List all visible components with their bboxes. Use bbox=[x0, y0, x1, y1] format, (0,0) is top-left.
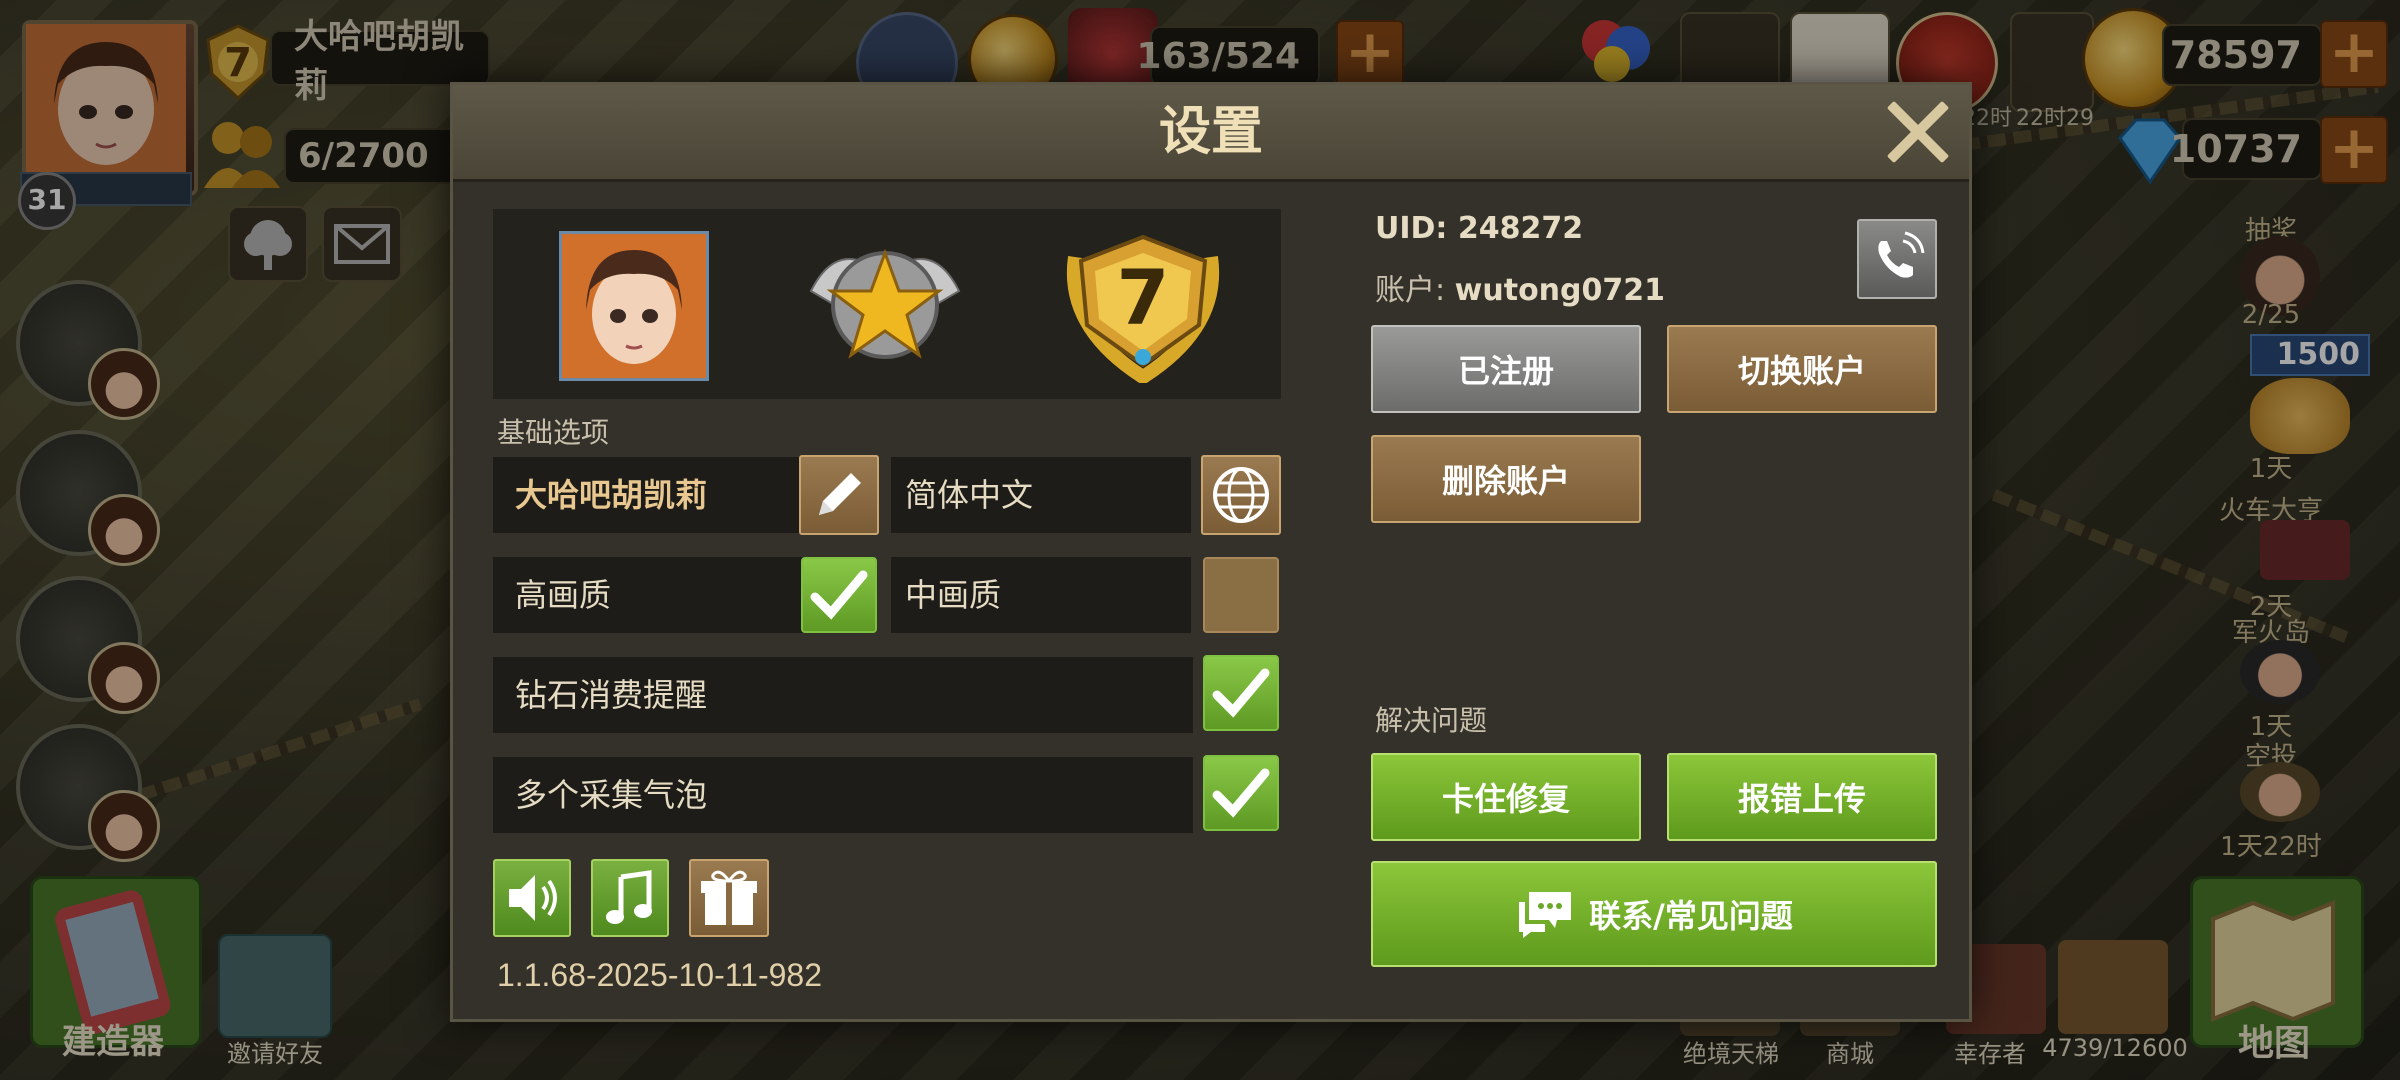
stuck-fix-button[interactable]: 卡住修复 bbox=[1371, 753, 1641, 841]
account-value: wutong0721 bbox=[1454, 273, 1666, 308]
gift-icon bbox=[701, 870, 757, 925]
edit-name-button[interactable] bbox=[799, 455, 879, 535]
close-button[interactable] bbox=[1883, 99, 1949, 165]
uid-label: UID: bbox=[1375, 211, 1448, 246]
checkmark-icon bbox=[1212, 668, 1270, 718]
settings-dialog: 设置 7 基础选项 大哈吧胡凯莉 简体中文 高画质 中画质 钻石消费提醒 多个采… bbox=[450, 82, 1972, 1022]
mid-quality-checkbox[interactable] bbox=[1203, 557, 1279, 633]
music-toggle-button[interactable] bbox=[591, 859, 669, 937]
delete-account-button[interactable]: 删除账户 bbox=[1371, 435, 1641, 523]
sound-toggle-button[interactable] bbox=[493, 859, 571, 937]
high-quality-label: 高画质 bbox=[515, 576, 612, 614]
checkmark-icon bbox=[810, 570, 868, 620]
registered-button[interactable]: 已注册 bbox=[1371, 325, 1641, 413]
switch-account-button[interactable]: 切换账户 bbox=[1667, 325, 1937, 413]
language-text: 简体中文 bbox=[905, 476, 1034, 514]
pencil-icon bbox=[819, 473, 861, 515]
gift-code-button[interactable] bbox=[689, 859, 769, 937]
phone-bind-button[interactable] bbox=[1857, 219, 1937, 299]
language-row[interactable]: 简体中文 bbox=[891, 457, 1191, 533]
collect-bubbles-checkbox[interactable] bbox=[1203, 755, 1279, 831]
profile-portrait-icon bbox=[562, 234, 706, 378]
diamond-reminder-checkbox[interactable] bbox=[1203, 655, 1279, 731]
high-quality-checkbox[interactable] bbox=[801, 557, 877, 633]
troubleshoot-label: 解决问题 bbox=[1375, 704, 1488, 737]
diamond-reminder-label: 钻石消费提醒 bbox=[515, 676, 708, 714]
version-text: 1.1.68-2025-10-11-982 bbox=[497, 957, 822, 993]
profile-panel: 7 bbox=[493, 209, 1281, 399]
speaker-icon bbox=[509, 875, 557, 921]
account-label: 账户: bbox=[1375, 273, 1446, 308]
diamond-reminder-row: 钻石消费提醒 bbox=[493, 657, 1193, 733]
music-note-icon bbox=[606, 870, 652, 924]
uid-line: UID: 248272 bbox=[1375, 211, 1583, 246]
collect-bubbles-row: 多个采集气泡 bbox=[493, 757, 1193, 833]
account-line: 账户: wutong0721 bbox=[1375, 265, 1665, 309]
player-name-text: 大哈吧胡凯莉 bbox=[515, 476, 708, 514]
chat-bubble-icon bbox=[1519, 892, 1572, 938]
rank-badge-number: 7 bbox=[1116, 253, 1170, 342]
contact-faq-button[interactable]: 联系/常见问题 bbox=[1371, 861, 1937, 967]
checkmark-icon bbox=[1212, 768, 1270, 818]
report-upload-button[interactable]: 报错上传 bbox=[1667, 753, 1937, 841]
rank-laurel-badge-icon: 7 bbox=[1055, 227, 1231, 386]
phone-call-icon bbox=[1878, 231, 1925, 278]
contact-faq-label: 联系/常见问题 bbox=[1589, 897, 1793, 935]
basic-options-label: 基础选项 bbox=[497, 416, 610, 449]
uid-value: 248272 bbox=[1457, 211, 1584, 246]
gold-star-badge-icon bbox=[801, 231, 969, 379]
profile-avatar[interactable] bbox=[559, 231, 709, 381]
globe-icon bbox=[1213, 467, 1269, 523]
language-button[interactable] bbox=[1201, 455, 1281, 535]
mid-quality-row: 中画质 bbox=[891, 557, 1191, 633]
mid-quality-label: 中画质 bbox=[905, 576, 1002, 614]
dialog-title: 设置 bbox=[1158, 102, 1263, 162]
collect-bubbles-label: 多个采集气泡 bbox=[515, 776, 708, 814]
